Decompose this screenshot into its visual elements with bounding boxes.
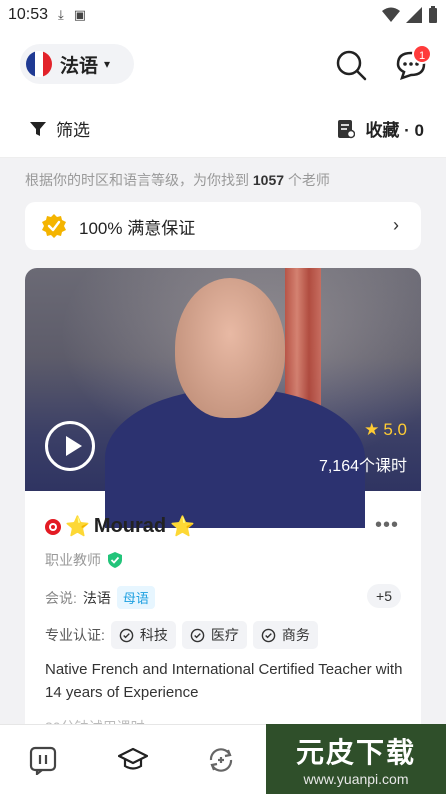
more-options-icon[interactable]: ••• xyxy=(375,514,399,537)
teacher-video-thumbnail[interactable]: ★ 5.0 7,164个课时 xyxy=(25,268,421,528)
language-selector[interactable]: 法语 ▾ xyxy=(20,44,134,84)
guarantee-label: 100% 满意保证 xyxy=(79,218,196,238)
verified-shield-icon xyxy=(108,552,122,568)
watermark-logo: 元皮下载 www.yuanpi.com xyxy=(266,724,446,794)
teacher-count: 1057 xyxy=(252,172,285,188)
guarantee-check-icon xyxy=(42,214,66,238)
speaks-language: 法语 xyxy=(82,589,111,606)
message-badge: 1 xyxy=(412,44,432,64)
chevron-right-icon: › xyxy=(393,215,399,235)
result-summary: 根据你的时区和语言等级，为你找到 1057 个老师 xyxy=(25,170,330,190)
download-icon: ⤓ xyxy=(58,7,64,22)
cert-tag-label: 医疗 xyxy=(210,627,239,643)
tunisia-flag-icon xyxy=(45,518,61,535)
badge-check-icon xyxy=(119,628,134,642)
teacher-card[interactable]: ★ 5.0 7,164个课时 ⭐ Mourad ⭐ ••• 职业教师 会说: 法… xyxy=(25,268,421,738)
filter-label: 筛选 xyxy=(56,121,90,140)
watermark-url: www.yuanpi.com xyxy=(303,771,409,787)
signal-icon xyxy=(406,7,422,23)
status-bar: 10:53 ⤓ ▣ xyxy=(0,0,446,30)
bookmark-list-icon xyxy=(338,119,356,138)
teacher-rating: ★ 5.0 xyxy=(364,420,407,440)
speaks-label: 会说: xyxy=(45,589,77,606)
nav-practice-icon[interactable] xyxy=(206,745,236,775)
cert-tag-label: 商务 xyxy=(281,627,310,643)
badge-check-icon xyxy=(261,628,276,642)
search-icon[interactable] xyxy=(334,48,368,82)
summary-suffix: 个老师 xyxy=(287,172,330,188)
favorites-button[interactable]: 收藏 · 0 xyxy=(337,116,424,141)
cert-label: 专业认证: xyxy=(45,627,105,643)
teacher-name: Mourad xyxy=(93,515,167,537)
native-tag: 母语 xyxy=(116,586,155,609)
rating-value: 5.0 xyxy=(383,420,407,439)
cert-tag-business: 商务 xyxy=(252,621,318,649)
filter-button[interactable]: 筛选 xyxy=(30,116,90,141)
lesson-count: 7,164个课时 xyxy=(318,458,407,475)
status-right xyxy=(382,6,438,24)
status-time: 10:53 xyxy=(8,6,49,23)
language-label: 法语 xyxy=(60,55,99,77)
cert-tag-tech: 科技 xyxy=(110,621,176,649)
speaks-row: 会说: 法语 母语 xyxy=(45,586,155,609)
favorites-label: 收藏 · 0 xyxy=(365,121,424,140)
chevron-down-icon: ▾ xyxy=(104,57,111,71)
star-icon: ★ xyxy=(364,420,380,439)
france-flag-icon xyxy=(26,51,52,77)
cert-tag-label: 科技 xyxy=(139,627,168,643)
star-emoji-icon: ⭐ xyxy=(170,516,196,538)
summary-prefix: 根据你的时区和语言等级，为你找到 xyxy=(25,172,249,188)
teacher-name-row: ⭐ Mourad ⭐ xyxy=(45,514,195,539)
nav-home-icon[interactable] xyxy=(28,745,58,775)
teacher-description: Native French and International Certifie… xyxy=(45,661,403,701)
satisfaction-guarantee-banner[interactable]: 100% 满意保证 › xyxy=(25,202,421,250)
teacher-role: 职业教师 xyxy=(45,552,101,568)
more-languages-badge[interactable]: +5 xyxy=(367,584,401,608)
play-button[interactable] xyxy=(45,421,95,471)
watermark-title: 元皮下载 xyxy=(295,737,416,768)
filter-icon xyxy=(30,121,46,136)
wifi-icon xyxy=(382,7,400,22)
cert-tag-medical: 医疗 xyxy=(181,621,247,649)
teacher-role-row: 职业教师 xyxy=(45,550,123,570)
star-emoji-icon: ⭐ xyxy=(65,516,90,538)
badge-check-icon xyxy=(190,628,205,642)
nav-graduation-cap-icon[interactable] xyxy=(118,745,148,775)
notification-icon: ▣ xyxy=(73,7,87,22)
filter-bar: 筛选 收藏 · 0 xyxy=(0,98,446,158)
battery-icon xyxy=(429,6,437,23)
certification-row: 专业认证: 科技 医疗 商务 xyxy=(45,621,318,649)
top-bar: 法语 ▾ 1 xyxy=(0,30,446,98)
